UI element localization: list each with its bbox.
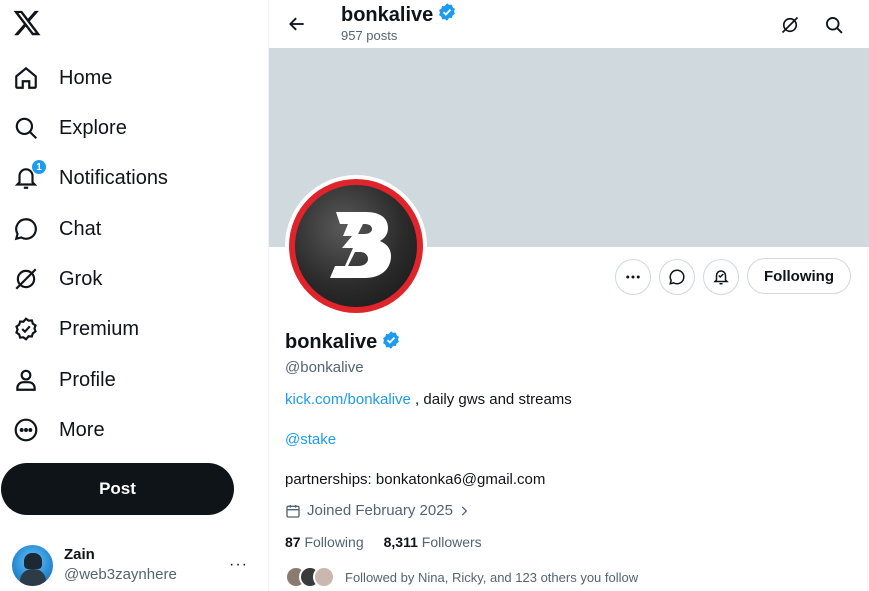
more-circle-icon bbox=[12, 416, 40, 444]
nav-grok-label: Grok bbox=[59, 267, 103, 290]
verified-check-icon bbox=[437, 2, 457, 28]
nav-chat[interactable]: Chat bbox=[12, 209, 101, 249]
bio-link[interactable]: kick.com/bonkalive bbox=[285, 391, 411, 408]
following-stat[interactable]: 87 Following bbox=[285, 534, 364, 550]
profile-column: bonkalive 957 posts Following bonkalive … bbox=[268, 0, 869, 591]
profile-header-bar: bonkalive 957 posts bbox=[269, 0, 869, 48]
nav-grok[interactable]: Grok bbox=[12, 259, 102, 299]
profile-handle: @bonkalive bbox=[285, 359, 364, 376]
nav-more[interactable]: More bbox=[12, 410, 105, 450]
bio-mention[interactable]: @stake bbox=[285, 431, 336, 448]
sidebar: Home Explore 1 Notifications Chat Grok P… bbox=[0, 0, 268, 591]
account-handle: @web3zaynhere bbox=[64, 566, 177, 583]
search-icon bbox=[12, 114, 40, 142]
following-label: Following bbox=[304, 534, 364, 550]
bell-check-icon bbox=[713, 270, 729, 285]
header-name: bonkalive bbox=[341, 3, 434, 26]
grok-icon bbox=[12, 265, 40, 293]
followers-stat[interactable]: 8,311 Followers bbox=[384, 534, 482, 550]
follow-stats: 87 Following 8,311 Followers bbox=[285, 534, 502, 550]
chevron-right-icon bbox=[461, 505, 468, 516]
avatar bbox=[12, 544, 53, 586]
profile-name: bonkalive bbox=[285, 331, 378, 353]
verified-check-icon[interactable] bbox=[381, 330, 401, 355]
nav-notifications[interactable]: 1 Notifications bbox=[12, 158, 168, 198]
bio-partnerships: partnerships: bonkatonka6@gmail.com bbox=[285, 471, 546, 488]
account-switcher[interactable]: Zain @web3zaynhere ··· bbox=[12, 542, 260, 588]
posts-count: 957 posts bbox=[341, 28, 398, 43]
bio-text: , daily gws and streams bbox=[410, 391, 572, 408]
followers-count: 8,311 bbox=[383, 534, 418, 550]
avatar bbox=[313, 566, 335, 588]
following-button[interactable]: Following bbox=[747, 258, 851, 294]
followed-by-text: Followed by Nina, Ricky, and 123 others … bbox=[345, 569, 639, 585]
bio-line-2: @stake bbox=[285, 430, 336, 450]
more-dots-icon[interactable]: ··· bbox=[229, 556, 248, 574]
header-title: bonkalive bbox=[341, 2, 457, 28]
nav-chat-label: Chat bbox=[59, 217, 102, 240]
nav-premium[interactable]: Premium bbox=[12, 309, 139, 349]
more-dots-icon bbox=[626, 275, 640, 279]
notification-badge: 1 bbox=[31, 159, 47, 175]
profile-name-row: bonkalive bbox=[285, 330, 401, 355]
nav-explore[interactable]: Explore bbox=[12, 108, 127, 148]
verified-badge-icon bbox=[12, 315, 40, 343]
back-arrow-icon[interactable] bbox=[281, 8, 313, 40]
chat-bubble-icon bbox=[669, 269, 685, 285]
bolt-b-logo-icon bbox=[330, 212, 391, 278]
followed-by[interactable]: Followed by Nina, Ricky, and 123 others … bbox=[285, 566, 638, 588]
following-count: 87 bbox=[285, 534, 301, 550]
search-icon[interactable] bbox=[817, 8, 851, 42]
chat-bubble-icon bbox=[12, 215, 40, 243]
more-options-button[interactable] bbox=[615, 259, 651, 295]
nav-profile-label: Profile bbox=[59, 368, 116, 391]
nav-home[interactable]: Home bbox=[12, 58, 112, 98]
joined-text: Joined February 2025 bbox=[307, 502, 453, 519]
account-name: Zain bbox=[64, 546, 95, 563]
nav-notifications-label: Notifications bbox=[59, 166, 168, 189]
grok-icon[interactable] bbox=[773, 8, 807, 42]
nav-home-label: Home bbox=[59, 66, 113, 89]
post-button[interactable]: Post bbox=[1, 463, 234, 515]
bio-line-1: kick.com/bonkalive , daily gws and strea… bbox=[285, 390, 572, 410]
calendar-icon bbox=[286, 504, 300, 518]
nav-profile[interactable]: Profile bbox=[12, 360, 116, 400]
person-icon bbox=[12, 366, 40, 394]
bell-icon: 1 bbox=[12, 159, 47, 192]
profile-avatar[interactable] bbox=[285, 175, 427, 317]
notify-button[interactable] bbox=[703, 259, 739, 295]
nav-explore-label: Explore bbox=[59, 116, 127, 139]
x-logo-icon[interactable] bbox=[12, 8, 42, 38]
joined-date[interactable]: Joined February 2025 bbox=[285, 502, 471, 519]
home-icon bbox=[12, 64, 40, 92]
nav-premium-label: Premium bbox=[59, 317, 140, 340]
followers-label: Followers bbox=[421, 534, 482, 550]
nav-more-label: More bbox=[59, 418, 105, 441]
message-button[interactable] bbox=[659, 259, 695, 295]
